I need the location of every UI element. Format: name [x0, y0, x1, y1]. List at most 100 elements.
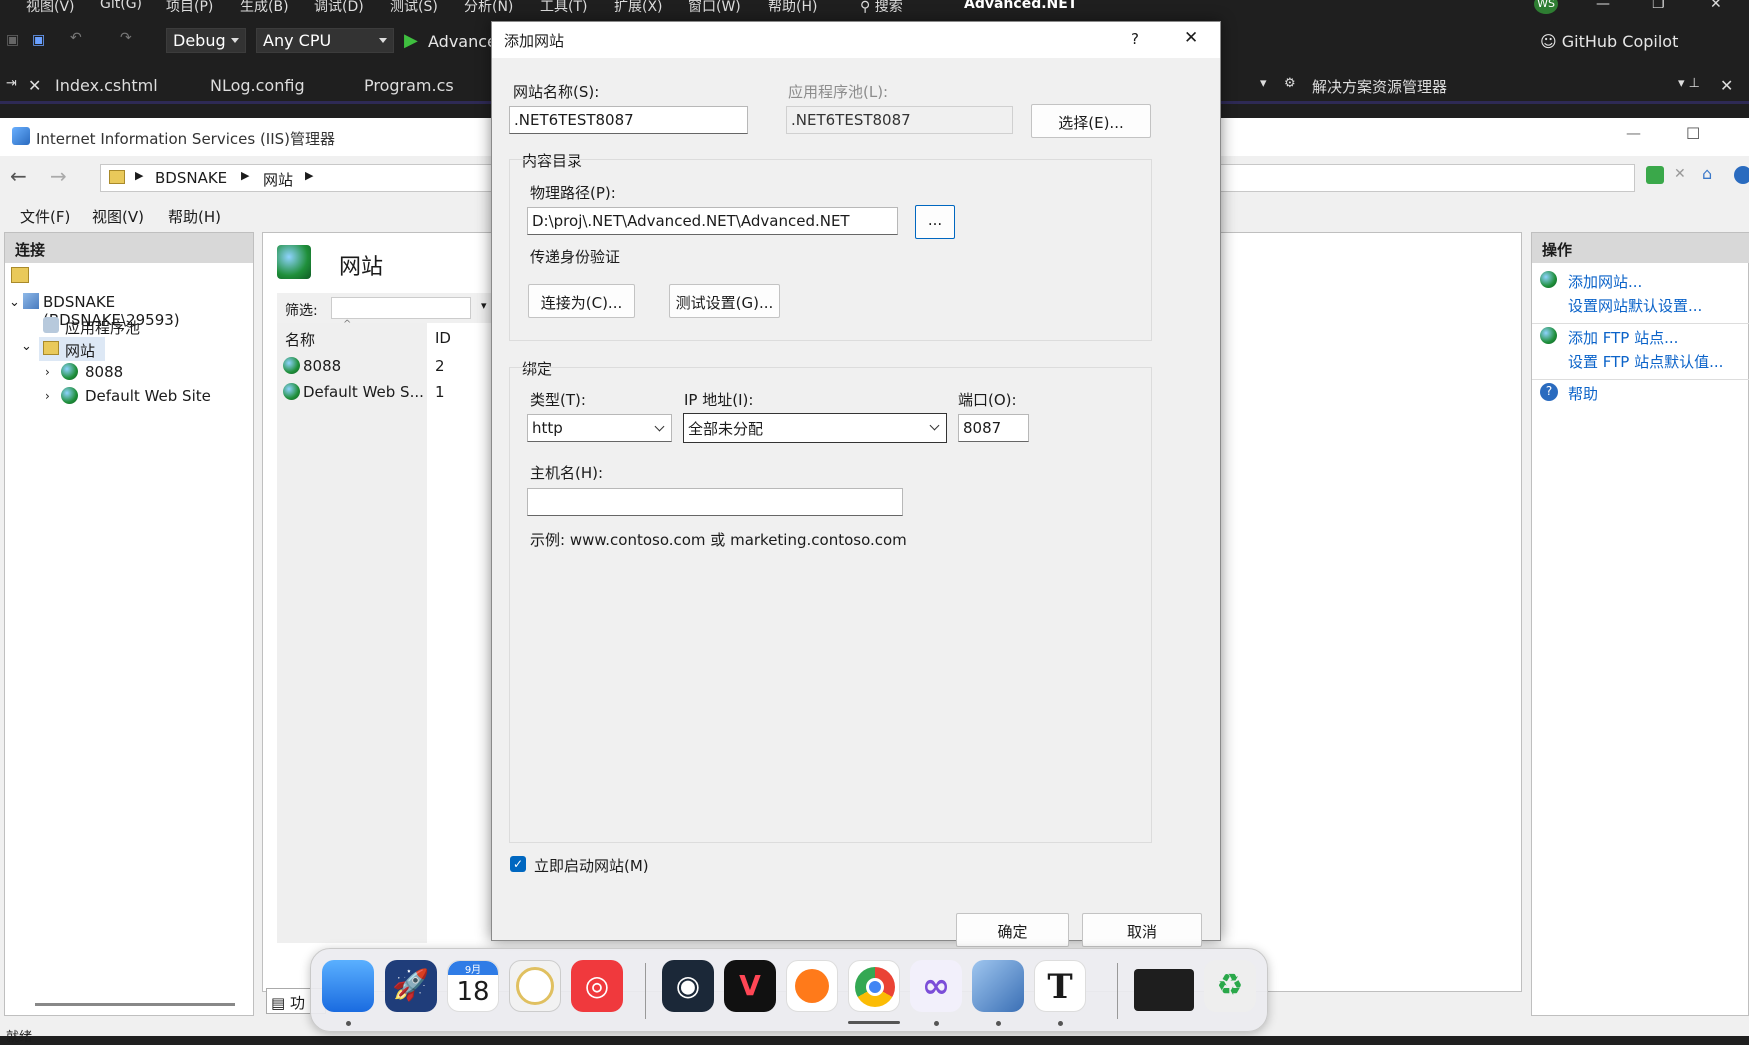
ip-address-select[interactable]: 全部未分配	[683, 413, 947, 443]
visual-studio-icon[interactable]: ∞	[910, 960, 962, 1012]
column-header-id[interactable]: ID	[435, 329, 451, 347]
window-preview-icon[interactable]	[1134, 969, 1194, 1011]
user-avatar[interactable]: WS	[1534, 0, 1558, 14]
config-dropdown[interactable]: Debug	[166, 28, 246, 53]
site-name-input[interactable]: .NET6TEST8087	[509, 106, 748, 134]
minimize-icon[interactable]: —	[1626, 124, 1641, 142]
pin-icon[interactable]: ⇥	[6, 76, 17, 91]
finder-desktop-icon[interactable]	[322, 960, 374, 1012]
rocket-launcher-icon[interactable]: 🚀	[385, 960, 437, 1012]
action-help[interactable]: 帮助	[1568, 383, 1598, 404]
clock-icon[interactable]	[509, 960, 561, 1012]
vs-menu-window[interactable]: 窗口(W)	[688, 0, 741, 14]
save-icon[interactable]: ▣	[6, 32, 19, 48]
chevron-right-icon[interactable]: ›	[45, 389, 50, 403]
action-site-defaults[interactable]: 设置网站默认设置...	[1568, 295, 1702, 316]
recycle-bin-icon[interactable]: ♻	[1204, 960, 1256, 1012]
minimize-icon[interactable]: —	[1596, 0, 1610, 12]
close-icon[interactable]: ✕	[1710, 0, 1722, 12]
steam-icon[interactable]: ◉	[662, 960, 714, 1012]
undo-icon[interactable]: ↶	[70, 30, 82, 46]
select-app-pool-button[interactable]: 选择(E)...	[1031, 104, 1151, 138]
start-now-checkbox[interactable]: ✓	[510, 856, 526, 872]
iis-manager-icon[interactable]	[972, 960, 1024, 1012]
close-tab-icon[interactable]: ✕	[28, 76, 41, 95]
tab-nlog-config[interactable]: NLog.config	[210, 76, 305, 95]
run-icon[interactable]: ▶	[404, 30, 418, 51]
iis-menu-help[interactable]: 帮助(H)	[168, 206, 221, 227]
vs-menu-git[interactable]: Git(G)	[100, 0, 142, 12]
action-add-ftp[interactable]: 添加 FTP 站点...	[1568, 327, 1678, 348]
forward-arrow-icon[interactable]: →	[50, 164, 67, 188]
refresh-icon[interactable]	[1646, 166, 1664, 184]
host-example-text: 示例: www.contoso.com 或 marketing.contoso.…	[530, 531, 907, 549]
vs-menu-build[interactable]: 生成(B)	[240, 0, 289, 14]
filter-input[interactable]	[331, 297, 471, 319]
platform-dropdown[interactable]: Any CPU	[256, 28, 394, 53]
back-arrow-icon[interactable]: ←	[10, 164, 27, 188]
iis-menu-view[interactable]: 视图(V)	[92, 206, 144, 227]
pin-icon[interactable]: ▾ ⊥	[1678, 76, 1700, 91]
breadcrumb-server[interactable]: BDSNAKE	[155, 169, 227, 187]
restore-icon[interactable]: ❐	[1652, 0, 1665, 12]
help-icon[interactable]	[1734, 166, 1749, 184]
dropdown-icon[interactable]: ▾	[1260, 76, 1267, 91]
redo-icon[interactable]: ↷	[120, 30, 132, 46]
tree-app-pools[interactable]: 应用程序池	[65, 317, 140, 338]
maximize-icon[interactable]: ☐	[1686, 124, 1700, 143]
vs-search[interactable]: ⚲ 搜索	[860, 0, 903, 14]
action-ftp-defaults[interactable]: 设置 FTP 站点默认值...	[1568, 351, 1723, 372]
globe-add-icon	[1540, 327, 1557, 344]
tab-index-cshtml[interactable]: Index.cshtml	[55, 76, 158, 95]
new-connection-icon[interactable]	[11, 267, 29, 283]
port-input[interactable]: 8087	[958, 414, 1029, 442]
test-settings-button[interactable]: 测试设置(G)...	[669, 284, 780, 318]
vs-menu-extensions[interactable]: 扩展(X)	[614, 0, 663, 14]
physical-path-input[interactable]: D:\proj\.NET\Advanced.NET\Advanced.NET	[527, 207, 898, 235]
copilot-button[interactable]: ☺ GitHub Copilot	[1540, 32, 1678, 51]
close-icon[interactable]: ✕	[1184, 28, 1198, 48]
host-name-input[interactable]	[527, 488, 903, 516]
calendar-icon[interactable]: 9月 18	[447, 960, 499, 1012]
chevron-down-icon[interactable]: ▾	[481, 299, 487, 312]
stop-icon[interactable]: ✕	[1674, 166, 1686, 182]
connect-as-button[interactable]: 连接为(C)...	[528, 284, 635, 318]
horizontal-scrollbar[interactable]	[35, 1003, 235, 1006]
tree-sites-selected[interactable]: 网站	[39, 337, 105, 361]
vs-menu-help[interactable]: 帮助(H)	[768, 0, 817, 14]
vs-menu-view[interactable]: 视图(V)	[26, 0, 75, 14]
tab-program-cs[interactable]: Program.cs	[364, 76, 454, 95]
chevron-down-icon[interactable]: ⌄	[9, 295, 20, 310]
browse-button[interactable]: ...	[915, 205, 955, 239]
chrome-icon[interactable]	[848, 960, 900, 1012]
orange-app-icon[interactable]	[786, 960, 838, 1012]
netease-music-icon[interactable]: ◎	[571, 960, 623, 1012]
start-now-label[interactable]: 立即启动网站(M)	[534, 855, 649, 876]
iis-menu-file[interactable]: 文件(F)	[20, 206, 70, 227]
typora-icon[interactable]: T	[1034, 960, 1086, 1012]
cancel-button[interactable]: 取消	[1082, 913, 1202, 947]
breadcrumb-sites[interactable]: 网站	[263, 169, 293, 190]
action-add-site[interactable]: 添加网站...	[1568, 271, 1642, 292]
run-button-label[interactable]: Advance	[428, 32, 497, 51]
save-all-icon[interactable]: ▣	[32, 32, 45, 48]
vs-menu-project[interactable]: 项目(P)	[166, 0, 213, 14]
ok-button[interactable]: 确定	[956, 913, 1069, 947]
vs-menu-test[interactable]: 测试(S)	[390, 0, 438, 14]
tree-site-default[interactable]: Default Web Site	[85, 387, 211, 405]
vs-menu-debug[interactable]: 调试(D)	[314, 0, 364, 14]
vs-menu-analyze[interactable]: 分析(N)	[464, 0, 513, 14]
table-row[interactable]: 8088 2	[277, 355, 487, 377]
valorant-icon[interactable]: V	[724, 960, 776, 1012]
type-select[interactable]: http	[527, 414, 672, 442]
vs-menu-tools[interactable]: 工具(T)	[540, 0, 587, 14]
table-row[interactable]: Default Web S... 1	[277, 381, 487, 403]
gear-icon[interactable]: ⚙	[1284, 76, 1296, 91]
chevron-right-icon[interactable]: ›	[45, 365, 50, 379]
home-icon[interactable]: ⌂	[1702, 164, 1712, 183]
tree-site-8088[interactable]: 8088	[85, 363, 123, 381]
chevron-down-icon[interactable]: ⌄	[21, 339, 32, 354]
close-icon[interactable]: ✕	[1720, 76, 1733, 95]
dialog-help-button[interactable]: ?	[1131, 30, 1139, 48]
column-header-name[interactable]: 名称	[285, 329, 315, 350]
